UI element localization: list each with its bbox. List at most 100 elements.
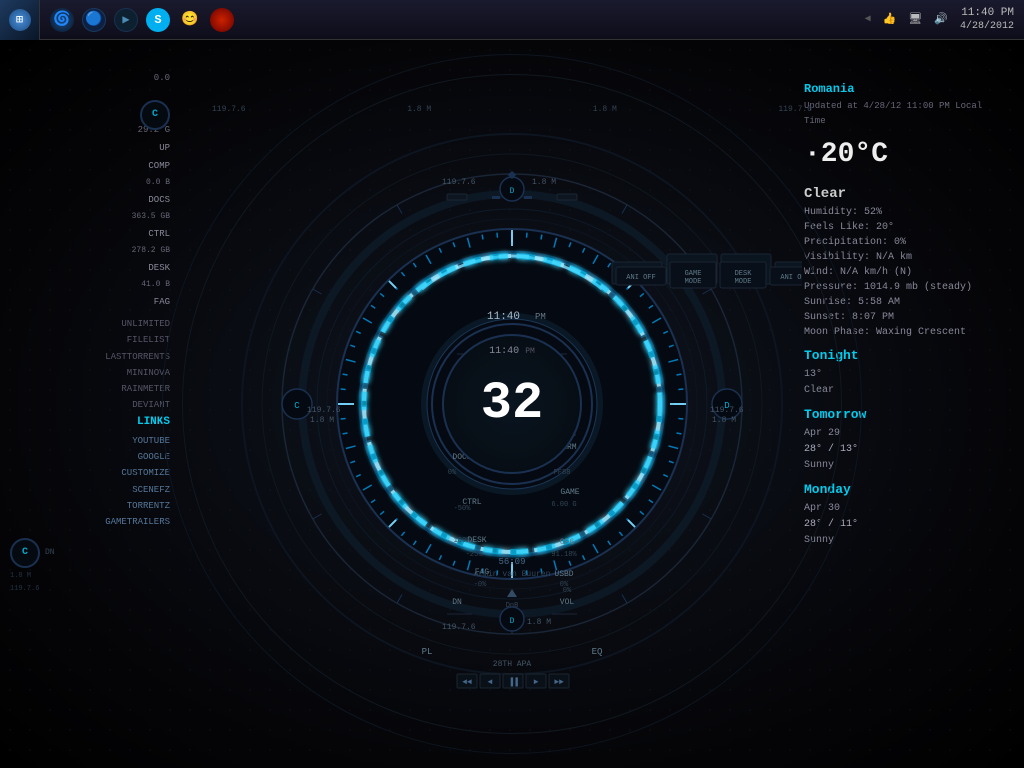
clock-display: 11:40 PM 4/28/2012 <box>960 6 1014 33</box>
svg-text:119.7.6: 119.7.6 <box>442 178 476 187</box>
weather-location: Romania <box>804 80 1004 99</box>
svg-text:1.8 M: 1.8 M <box>527 618 551 627</box>
svg-text:VOL: VOL <box>560 598 575 607</box>
stat-41b: 41.0 B <box>10 277 170 293</box>
svg-text:D: D <box>510 187 515 196</box>
svg-text:CF6: CF6 <box>560 538 575 547</box>
left-scenefz[interactable]: SCENEFZ <box>10 482 170 498</box>
main-area: 0.0 C 29.2 G UP COMP 0.0 B DOCS 363.5 GB… <box>0 40 1024 768</box>
svg-text:ANI OFF: ANI OFF <box>626 274 655 282</box>
svg-text:91.18%: 91.18% <box>551 551 577 559</box>
taskbar-right: ◀ 👍 🖥 🔊 11:40 PM 4/28/2012 <box>865 6 1024 33</box>
red-ball-icon[interactable] <box>210 8 234 32</box>
svg-text:ANI ON: ANI ON <box>780 274 802 282</box>
left-mininova[interactable]: MININOVA <box>10 365 170 381</box>
svg-text:D: D <box>510 617 515 626</box>
svg-text:USBD: USBD <box>554 570 573 579</box>
svg-text:56:09: 56:09 <box>498 557 525 567</box>
left-circle-c: C <box>140 100 170 130</box>
svg-text:GAME: GAME <box>685 270 702 278</box>
center-time: 11:40 PM <box>489 346 535 357</box>
svg-text:C: C <box>294 401 300 411</box>
svg-text:11:40: 11:40 <box>487 311 520 323</box>
taskbar-icons: 🌀 🔵 ▶ S 😊 <box>40 8 244 32</box>
svg-text:EQ: EQ <box>592 647 603 657</box>
left-lasttorrents[interactable]: LASTTORRENTS <box>10 349 170 365</box>
tray-back-icon: ◀ <box>865 13 871 25</box>
stat-0b: 0.0 B <box>10 175 170 191</box>
svg-text:GAME: GAME <box>560 488 579 497</box>
left-google[interactable]: GOOGLE <box>10 449 170 465</box>
svg-text:1.8 M: 1.8 M <box>310 416 334 425</box>
svg-text:119.7.6: 119.7.6 <box>307 406 341 415</box>
hud-container: D D C D 1.8 M 119.7.6 1.8 M 119.7.6 1.8 … <box>222 114 802 694</box>
left-panel: 0.0 C 29.2 G UP COMP 0.0 B DOCS 363.5 GB… <box>10 70 170 595</box>
left-torrentz[interactable]: TORRENTZ <box>10 498 170 514</box>
left-ctrl[interactable]: CTRL <box>10 225 170 243</box>
svg-text:1.8 M: 1.8 M <box>712 416 736 425</box>
left-unlimited[interactable]: UNLIMITED <box>10 316 170 332</box>
start-button[interactable]: ⊞ <box>0 0 40 40</box>
left-customize[interactable]: CUSTOMIZE <box>10 465 170 481</box>
weather-condition: Clear <box>804 183 1004 205</box>
left-rainmeter[interactable]: RAINMETER <box>10 381 170 397</box>
svg-text:0%: 0% <box>563 587 572 595</box>
play-icon[interactable]: ▶ <box>114 8 138 32</box>
skype-icon[interactable]: S <box>146 8 170 32</box>
left-fag[interactable]: FAG <box>10 293 170 311</box>
left-up[interactable]: UP <box>10 139 170 157</box>
left-desk[interactable]: DESK <box>10 259 170 277</box>
left-filelist[interactable]: FILELIST <box>10 332 170 348</box>
svg-text:DESK: DESK <box>735 270 753 278</box>
windows-icon: ⊞ <box>9 9 31 31</box>
top-left-stat: 119.7.6 <box>212 105 246 114</box>
svg-text:100%: 100% <box>454 537 472 545</box>
weather-precipitation: Precipitation: 0% <box>804 235 1004 250</box>
volume-icon: 🔊 <box>934 12 948 26</box>
taskbar: ⊞ 🌀 🔵 ▶ S 😊 ◀ 👍 🖥 🔊 11:40 PM 4/28/2012 <box>0 0 1024 40</box>
left-deviant[interactable]: DEVIANT <box>10 397 170 413</box>
svg-text:6.00 G: 6.00 G <box>551 501 576 509</box>
bottom-left-area: C DN <box>10 538 170 568</box>
svg-text:-0%: -0% <box>474 581 487 589</box>
svg-text:►: ► <box>534 678 539 687</box>
left-docs[interactable]: DOCS <box>10 191 170 209</box>
svg-text:◄: ◄ <box>488 678 493 687</box>
svg-text:Armin van Buuren: Armin van Buuren <box>474 570 551 579</box>
stat-top: 0.0 <box>154 73 170 83</box>
network-icon[interactable]: 🔵 <box>82 8 106 32</box>
left-circle-c2: C <box>10 538 40 568</box>
weather-updated: Updated at 4/28/12 11:00 PM Local Time <box>804 99 1004 128</box>
clock-date: 4/28/2012 <box>960 20 1014 33</box>
svg-text:►►: ►► <box>554 678 564 687</box>
left-comp[interactable]: COMP <box>10 157 170 175</box>
svg-text:-50%: -50% <box>454 505 472 513</box>
weather-temp: ·20°C <box>804 133 1004 178</box>
center-number: 32 <box>481 378 543 430</box>
svg-text:PM: PM <box>535 312 546 322</box>
weather-feels-like: Feels Like: 20° <box>804 220 1004 235</box>
clock-time: 11:40 PM <box>960 6 1014 20</box>
weather-visibility: Visibility: N/A km <box>804 250 1004 265</box>
svg-text:1.8 M: 1.8 M <box>532 178 556 187</box>
svg-text:0%: 0% <box>448 469 457 477</box>
svg-text:MODE: MODE <box>735 278 752 286</box>
svg-text:FF88: FF88 <box>554 469 571 477</box>
ie-icon[interactable]: 🌀 <box>50 8 74 32</box>
left-youtube[interactable]: YOUTUBE <box>10 433 170 449</box>
svg-text:DN: DN <box>452 598 462 607</box>
left-bottom-stat: 1.8 M119.7.6 <box>10 570 170 595</box>
left-gametrailers[interactable]: GAMETRAILERS <box>10 514 170 530</box>
svg-text:28TH APA: 28TH APA <box>493 660 532 669</box>
svg-text:◄◄: ◄◄ <box>462 678 472 687</box>
weather-humidity: Humidity: 52% <box>804 205 1004 220</box>
svg-text:119.7.6: 119.7.6 <box>710 406 744 415</box>
center-display: 11:40 PM 32 <box>442 334 582 474</box>
stat-363gb: 363.5 GB <box>10 209 170 225</box>
svg-text:▐▐: ▐▐ <box>508 677 518 687</box>
left-dn[interactable]: DN <box>45 546 55 560</box>
svg-text:119.7.6: 119.7.6 <box>442 623 476 632</box>
stat-278gb: 278.2 GB <box>10 243 170 259</box>
emoji-icon[interactable]: 😊 <box>178 8 202 32</box>
thumb-icon: 👍 <box>883 12 897 26</box>
